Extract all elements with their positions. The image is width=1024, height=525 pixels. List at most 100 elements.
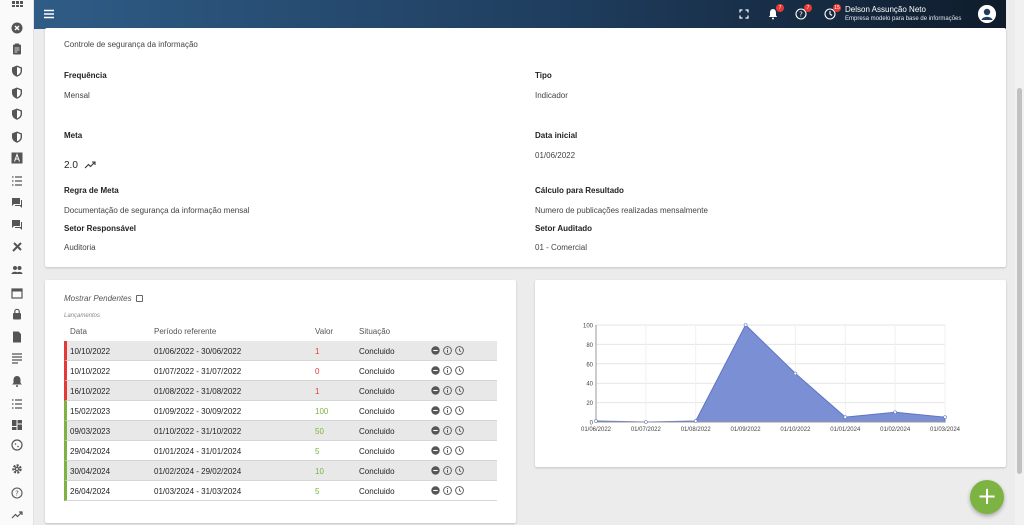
cell-valor: 10 (315, 467, 324, 476)
cell-situacao: Concluido (359, 467, 395, 476)
cell-periodo: 01/02/2024 - 29/02/2024 (154, 467, 242, 476)
dashboard-icon[interactable] (10, 418, 24, 432)
setor-responsavel-value: Auditoria (64, 243, 96, 252)
setor-auditado-value: 01 - Comercial (535, 243, 588, 252)
calendar-icon[interactable] (10, 286, 24, 300)
remove-circle-icon[interactable] (431, 366, 440, 375)
list-icon[interactable] (10, 397, 24, 411)
remove-circle-icon[interactable] (431, 466, 440, 475)
shield-icon[interactable] (10, 86, 24, 100)
table-row[interactable]: 26/04/2024 01/03/2024 - 31/03/2024 5 Conclu… (64, 481, 497, 501)
row-actions (431, 426, 464, 435)
area-series (595, 324, 946, 423)
table-row[interactable]: 16/10/2022 01/08/2022 - 31/08/2022 1 Conclu… (64, 381, 497, 401)
chat-icon[interactable] (10, 196, 24, 210)
chat-icon[interactable] (10, 218, 24, 232)
shield-icon[interactable] (10, 130, 24, 144)
history-icon[interactable] (455, 346, 464, 355)
info-icon[interactable] (443, 366, 452, 375)
data-point (743, 323, 748, 327)
help-icon[interactable]: ? (10, 486, 24, 500)
info-icon[interactable] (443, 446, 452, 455)
info-icon[interactable] (443, 406, 452, 415)
people-icon[interactable] (10, 263, 24, 277)
file-icon[interactable] (10, 330, 24, 344)
row-actions (431, 366, 464, 375)
history-icon[interactable] (455, 446, 464, 455)
lock-icon[interactable] (10, 307, 24, 321)
cell-data: 09/03/2023 (70, 427, 111, 436)
history-icon[interactable] (455, 426, 464, 435)
table-row[interactable]: 15/02/2023 01/09/2022 - 30/09/2022 100 Conc… (64, 401, 497, 421)
notes-icon[interactable] (10, 351, 24, 365)
history-icon[interactable] (455, 486, 464, 495)
remove-circle-icon[interactable] (431, 426, 440, 435)
mostrar-pendentes-checkbox[interactable] (135, 295, 143, 302)
font-box-icon[interactable] (10, 151, 24, 165)
info-icon[interactable] (443, 486, 452, 495)
row-actions (431, 486, 464, 495)
history-icon[interactable] (455, 406, 464, 415)
data-point (594, 419, 598, 423)
shield-icon[interactable] (10, 107, 24, 121)
grid-icon[interactable] (10, 0, 24, 14)
cell-data: 26/04/2024 (70, 487, 111, 496)
info-icon[interactable] (443, 466, 452, 475)
tools-icon[interactable] (10, 240, 24, 254)
mostrar-pendentes-toggle[interactable]: Mostrar Pendentes (64, 294, 143, 303)
indicator-details-card: Controle de segurança da informação Freq… (45, 28, 1006, 267)
x-tick-label: 01/03/2024 (930, 427, 961, 433)
table-row[interactable]: 09/03/2023 01/10/2022 - 31/10/2022 50 Concl… (64, 421, 497, 441)
cookie-icon[interactable] (10, 438, 24, 452)
x-tick-label: 01/02/2024 (880, 427, 911, 433)
table-row[interactable]: 30/04/2024 01/02/2024 - 29/02/2024 10 Concl… (64, 461, 497, 481)
cell-periodo: 01/03/2024 - 31/03/2024 (154, 487, 242, 496)
meta-label: Meta (64, 131, 83, 140)
menu-icon[interactable] (42, 7, 56, 21)
table-row[interactable]: 10/10/2022 01/06/2022 - 30/06/2022 1 Conclu… (64, 341, 497, 361)
remove-circle-icon[interactable] (431, 446, 440, 455)
avatar[interactable] (978, 5, 996, 23)
remove-circle-icon[interactable] (431, 386, 440, 395)
clipboard-icon[interactable] (10, 42, 24, 56)
list-icon[interactable] (10, 174, 24, 188)
table-row[interactable]: 29/04/2024 01/01/2024 - 31/01/2024 5 Conclu… (64, 441, 497, 461)
history-icon[interactable] (455, 366, 464, 375)
fullscreen-icon[interactable] (738, 8, 750, 20)
history-icon[interactable] (455, 466, 464, 475)
trending-up-icon[interactable] (10, 508, 24, 522)
table-row[interactable]: 10/10/2022 01/07/2022 - 31/07/2022 0 Conclu… (64, 361, 497, 381)
user-name[interactable]: Delson Assunção Neto (845, 5, 926, 14)
column-header-situacao: Situação (359, 327, 391, 336)
remove-circle-icon[interactable] (431, 486, 440, 495)
info-icon[interactable] (443, 426, 452, 435)
cell-data: 10/10/2022 (70, 367, 111, 376)
top-bar: 7 ? 7 15 Delson Assunção Neto Empresa mod… (34, 0, 1006, 29)
alarm-icon[interactable] (10, 374, 24, 388)
gear-icon[interactable] (10, 462, 24, 476)
history-icon[interactable] (455, 386, 464, 395)
x-tick-label: 01/08/2022 (681, 427, 712, 433)
cell-data: 16/10/2022 (70, 387, 111, 396)
remove-circle-icon[interactable] (431, 406, 440, 415)
help-icon[interactable]: ? 7 (795, 4, 812, 20)
info-icon[interactable] (443, 346, 452, 355)
cell-situacao: Concluido (359, 367, 395, 376)
info-icon[interactable] (443, 386, 452, 395)
cell-data: 30/04/2024 (70, 467, 111, 476)
history-icon[interactable]: 15 (824, 4, 841, 20)
y-tick-label: 60 (586, 362, 593, 368)
scrollbar-thumb[interactable] (1017, 88, 1022, 474)
cell-periodo: 01/06/2022 - 30/06/2022 (154, 347, 242, 356)
cancel-circle-icon[interactable] (10, 21, 24, 35)
data-point (793, 371, 798, 376)
remove-circle-icon[interactable] (431, 346, 440, 355)
shield-icon[interactable] (10, 64, 24, 78)
notification-bell-icon[interactable]: 7 (767, 4, 784, 20)
tipo-label: Tipo (535, 71, 552, 80)
cell-situacao: Concluido (359, 347, 395, 356)
regra-meta-label: Regra de Meta (64, 186, 119, 195)
data-point (843, 415, 848, 419)
add-button[interactable]: + (970, 480, 1004, 514)
cell-situacao: Concluido (359, 407, 395, 416)
